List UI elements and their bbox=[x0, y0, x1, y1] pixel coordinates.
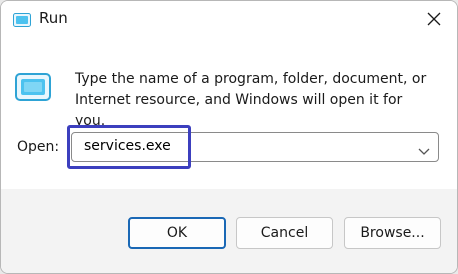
ok-button[interactable]: OK bbox=[128, 217, 226, 249]
browse-button[interactable]: Browse... bbox=[344, 217, 441, 249]
button-bar: OK Cancel Browse... bbox=[1, 189, 457, 273]
run-icon bbox=[13, 12, 31, 27]
window-title: Run bbox=[39, 9, 68, 27]
open-combobox[interactable]: services.exe bbox=[71, 132, 439, 162]
run-icon bbox=[15, 73, 55, 105]
run-dialog: Run Type the name of a program, folder, … bbox=[0, 0, 458, 274]
description-text: Type the name of a program, folder, docu… bbox=[75, 71, 427, 129]
close-icon bbox=[427, 11, 441, 30]
cancel-button[interactable]: Cancel bbox=[236, 217, 333, 249]
open-label: Open: bbox=[17, 139, 60, 155]
title-bar[interactable]: Run bbox=[1, 1, 457, 39]
close-button[interactable] bbox=[411, 1, 457, 39]
chevron-down-icon[interactable] bbox=[418, 142, 430, 155]
open-input[interactable]: services.exe bbox=[84, 138, 171, 154]
